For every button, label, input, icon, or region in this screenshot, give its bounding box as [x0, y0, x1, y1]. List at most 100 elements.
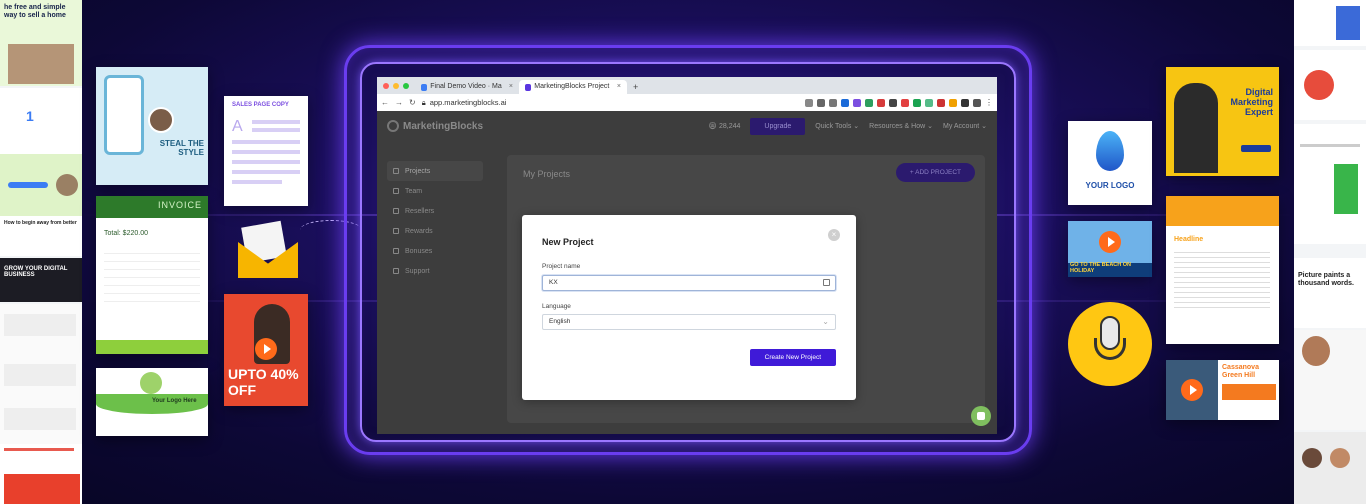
strip-dark-text: GROW YOUR DIGITAL BUSINESS	[4, 266, 68, 278]
upgrade-button[interactable]: Upgrade	[750, 117, 806, 135]
sidebar-item-resellers[interactable]: Resellers	[387, 201, 483, 221]
play-icon[interactable]	[1181, 379, 1203, 401]
sales-page-title: SALES PAGE COPY	[232, 102, 289, 108]
strip-section	[1294, 50, 1366, 120]
create-project-button[interactable]: Create New Project	[749, 349, 836, 366]
extension-icon[interactable]	[961, 98, 969, 107]
autofill-icon[interactable]	[823, 279, 830, 286]
strip-feature-row	[4, 314, 76, 336]
logo-wave	[96, 394, 208, 414]
language-value: English	[549, 318, 571, 325]
marketingblocks-app: MarketingBlocks 🪙︎ 28,244 Upgrade Quick …	[377, 111, 997, 434]
text-line	[232, 140, 300, 144]
text-line	[252, 120, 300, 124]
strip-red-block	[4, 474, 80, 504]
profile-avatar-icon[interactable]	[973, 98, 981, 107]
app-logo[interactable]: MarketingBlocks	[387, 120, 483, 132]
sidebar-item-bonuses[interactable]: Bonuses	[387, 241, 483, 261]
sidebar-item-projects[interactable]: Projects	[387, 161, 483, 181]
right-template-strip: Picture paints a thousand words.	[1294, 0, 1366, 504]
flame-logo-icon	[1096, 131, 1124, 171]
promo-text: UPTO 40% OFF	[228, 366, 299, 398]
real-estate-title: Cassanova Green Hill	[1222, 364, 1259, 379]
fashion-avatar	[148, 107, 174, 133]
invoice-table	[104, 246, 200, 302]
strip-section: 1	[0, 88, 82, 154]
close-window-icon[interactable]	[383, 82, 389, 89]
browser-window: Final Demo Video · Marketing × Marketing…	[377, 77, 997, 434]
gift-icon	[393, 248, 399, 254]
sidebar-item-label: Support	[405, 267, 430, 275]
extension-icon[interactable]	[901, 98, 909, 107]
strip-contact	[0, 154, 82, 216]
new-tab-icon[interactable]: +	[627, 80, 644, 94]
strip-section	[1294, 0, 1366, 46]
logo-circle	[140, 372, 162, 394]
extension-icon[interactable]	[829, 98, 837, 107]
extension-icon[interactable]	[913, 98, 921, 107]
extension-icon[interactable]	[853, 98, 861, 107]
maximize-window-icon[interactable]	[403, 82, 409, 89]
extension-icon[interactable]	[841, 98, 849, 107]
reload-icon[interactable]: ↻	[409, 98, 416, 107]
extension-icon[interactable]	[877, 98, 885, 107]
browser-tab[interactable]: Final Demo Video · Marketing ×	[415, 80, 519, 94]
nav-quick-tools[interactable]: Quick Tools ⌄	[815, 122, 859, 130]
trophy-icon	[393, 228, 399, 234]
text-line	[252, 128, 300, 132]
strip-avatar	[1302, 336, 1330, 366]
strip-phone	[1336, 6, 1360, 40]
chat-support-icon[interactable]	[971, 406, 991, 426]
lock-icon: 🔒︎	[421, 97, 426, 107]
back-icon[interactable]: ←	[381, 98, 389, 107]
house-photo	[8, 44, 74, 84]
language-select[interactable]: English ⌄	[542, 314, 836, 330]
project-name-label: Project name	[542, 263, 581, 270]
strip-section	[1294, 124, 1366, 244]
extension-icon[interactable]	[889, 98, 897, 107]
strip-avatar	[1330, 448, 1350, 468]
more-menu-icon[interactable]: ⋮	[985, 98, 993, 107]
project-name-input[interactable]: KX	[542, 275, 836, 291]
strip-heading: he free and simple way to sell a home	[4, 4, 66, 19]
strip-avatar	[56, 174, 78, 196]
minimize-window-icon[interactable]	[393, 82, 399, 89]
close-tab-icon[interactable]: ×	[509, 80, 513, 94]
support-icon	[393, 268, 399, 274]
address-bar: ← → ↻ 🔒︎ app.marketingblocks.ai ⋮	[377, 94, 997, 111]
language-label: Language	[542, 303, 571, 310]
email-envelope-icon	[238, 220, 298, 280]
sidebar-item-rewards[interactable]: Rewards	[387, 221, 483, 241]
modal-title: New Project	[542, 237, 594, 247]
sidebar-item-team[interactable]: Team	[387, 181, 483, 201]
add-project-button[interactable]: + ADD PROJECT	[895, 163, 975, 182]
strip-quote-section: Picture paints a thousand words.	[1294, 258, 1366, 328]
extension-icon[interactable]	[865, 98, 873, 107]
strip-banner: How to begin away from better	[0, 216, 82, 256]
url-field[interactable]: 🔒︎ app.marketingblocks.ai	[422, 98, 507, 108]
brochure-header	[1166, 196, 1279, 226]
cta-button	[1241, 145, 1271, 152]
nav-resources[interactable]: Resources & How ⌄	[869, 122, 933, 130]
extension-icon[interactable]	[937, 98, 945, 107]
new-project-modal: New Project × Project name KX Language E…	[522, 215, 856, 400]
sidebar-item-support[interactable]: Support	[387, 261, 483, 281]
url-text: app.marketingblocks.ai	[429, 98, 507, 107]
play-icon[interactable]	[1099, 231, 1121, 253]
play-icon[interactable]	[255, 338, 277, 360]
extension-icon[interactable]	[949, 98, 957, 107]
close-icon[interactable]: ×	[828, 229, 840, 241]
close-tab-icon[interactable]: ×	[617, 80, 621, 94]
extension-icon[interactable]	[817, 98, 825, 107]
nav-account[interactable]: My Account ⌄	[943, 122, 987, 130]
extension-icon[interactable]	[925, 98, 933, 107]
tab-label: MarketingBlocks Project	[534, 83, 610, 90]
extension-icon[interactable]	[805, 98, 813, 107]
forward-icon[interactable]: →	[395, 98, 403, 107]
letter-a-icon: A	[232, 118, 243, 135]
marketingblocks-favicon-icon	[525, 83, 532, 91]
browser-tab-active[interactable]: MarketingBlocks Project ×	[519, 80, 627, 94]
app-sidebar: Projects Team Resellers Rewards Bonuses …	[387, 161, 483, 281]
strip-line	[4, 448, 74, 451]
chevron-down-icon: ⌄	[822, 317, 829, 326]
